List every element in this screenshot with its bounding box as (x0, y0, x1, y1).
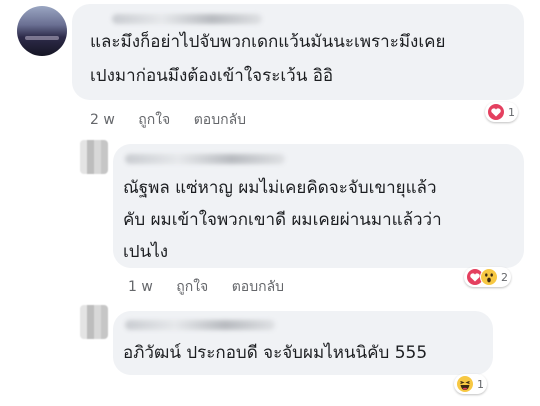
commenter-avatar[interactable] (80, 305, 108, 339)
comment-bubble: ณัฐพล แซ่หาญ ผมไม่เคยคิดจะจับเขายุแล้ว ค… (113, 144, 524, 268)
comment-text-line: คับ ผมเข้าใจพวกเขาดี ผมเคยผ่านมาแล้วว่า (123, 210, 442, 230)
comment-actions: 2 w ถูกใจ ตอบกลับ (90, 109, 265, 131)
comment-text-line: เปนไง (123, 242, 169, 262)
comment-text-line: และมึงก็อย่าไปจับพวกเดกแว้นมันนะเพราะมึง… (90, 32, 446, 52)
reaction-summary[interactable]: 1 (454, 374, 487, 394)
comment-text-line: ณัฐพล แซ่หาญ ผมไม่เคยคิดจะจับเขายุแล้ว (123, 178, 437, 198)
comment-actions: 1 w ถูกใจ ตอบกลับ (128, 276, 303, 298)
comment-text-line: อภิวัฒน์ ประกอบดี จะจับผมไหนนิคับ 555 (123, 343, 428, 363)
comment-text-line: เปงมาก่อนมึงต้องเข้าใจระเว้น อิอิ (90, 66, 334, 86)
love-icon (487, 103, 505, 121)
wow-icon (480, 268, 498, 286)
reaction-count: 2 (501, 270, 508, 284)
blurred-commenter-name[interactable] (125, 154, 285, 164)
comment-time[interactable]: 1 w (128, 279, 153, 295)
like-link[interactable]: ถูกใจ (138, 109, 170, 131)
comment-bubble: อภิวัฒน์ ประกอบดี จะจับผมไหนนิคับ 555 (113, 311, 493, 375)
reaction-summary[interactable]: 1 (485, 102, 518, 122)
like-link[interactable]: ถูกใจ (176, 276, 208, 298)
commenter-avatar[interactable] (17, 6, 67, 56)
haha-icon (456, 375, 474, 393)
commenter-avatar[interactable] (80, 140, 108, 174)
reply-link[interactable]: ตอบกลับ (232, 276, 284, 298)
comment-time[interactable]: 2 w (90, 112, 115, 128)
reaction-count: 1 (508, 105, 515, 119)
comment-bubble: และมึงก็อย่าไปจับพวกเดกแว้นมันนะเพราะมึง… (72, 4, 524, 100)
reply-link[interactable]: ตอบกลับ (194, 109, 246, 131)
reaction-count: 1 (477, 377, 484, 391)
blurred-commenter-name[interactable] (112, 14, 262, 24)
blurred-commenter-name[interactable] (125, 320, 275, 330)
reaction-summary[interactable]: 2 (464, 267, 511, 287)
